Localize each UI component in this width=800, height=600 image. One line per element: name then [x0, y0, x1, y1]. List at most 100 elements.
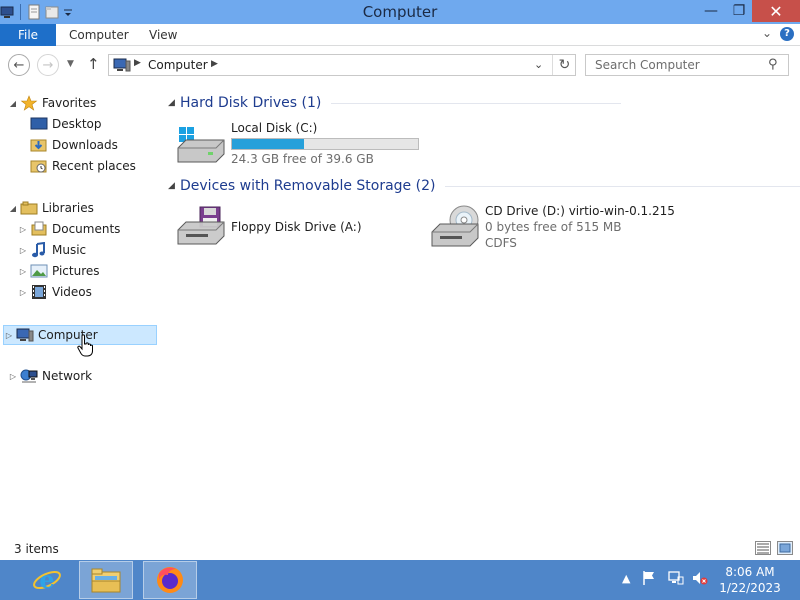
expand-ribbon-chevron-icon[interactable]: ⌄	[762, 26, 772, 40]
nav-libraries-label: Libraries	[42, 201, 94, 215]
drive-name: CD Drive (D:) virtio-win-0.1.215	[485, 204, 675, 218]
group-collapse-icon[interactable]: ◢	[168, 181, 180, 191]
maximize-button[interactable]: ❐	[724, 0, 754, 22]
nav-network[interactable]: ▷ Network	[8, 366, 92, 386]
nav-item-label: Desktop	[52, 117, 102, 131]
clock-date: 1/22/2023	[719, 581, 781, 595]
breadcrumb-chevron-icon[interactable]: ▶	[134, 58, 141, 68]
hard-drive-icon	[177, 127, 225, 163]
hand-cursor-icon	[77, 334, 93, 357]
clock-time: 8:06 AM	[725, 565, 775, 579]
nav-network-label: Network	[42, 369, 93, 383]
help-icon[interactable]: ?	[780, 27, 794, 41]
tab-file[interactable]: File	[0, 24, 56, 46]
search-input[interactable]: Search Computer	[595, 58, 700, 72]
nav-item-downloads[interactable]: Downloads	[28, 135, 118, 155]
network-icon	[20, 368, 38, 384]
nav-item-recent-places[interactable]: Recent places	[28, 156, 136, 176]
computer-icon	[16, 327, 34, 343]
nav-item-label: Recent places	[52, 159, 136, 173]
pictures-icon	[30, 263, 48, 279]
recent-places-icon	[30, 158, 48, 174]
nav-item-music[interactable]: ▷ Music	[18, 240, 86, 260]
desktop-icon	[30, 116, 48, 132]
details-view-button[interactable]	[755, 541, 771, 555]
address-bar[interactable]: ▶ Computer ▶ ⌄ ↻	[108, 54, 576, 76]
address-history-chevron-icon[interactable]: ⌄	[534, 58, 543, 71]
nav-item-label: Videos	[52, 285, 92, 299]
nav-item-label: Music	[52, 243, 87, 257]
drive-name: Local Disk (C:)	[231, 121, 318, 135]
show-hidden-icons-button[interactable]: ▲	[622, 572, 630, 585]
volume-muted-icon[interactable]	[692, 570, 708, 589]
large-icons-view-icon	[779, 543, 791, 553]
nav-item-label: Pictures	[52, 264, 100, 278]
status-bar: 3 items	[0, 538, 800, 560]
nav-item-label: Downloads	[52, 138, 118, 152]
collapsed-arrow-icon[interactable]: ▷	[18, 288, 28, 297]
internet-explorer-icon: e	[33, 565, 61, 594]
large-icons-view-button[interactable]	[777, 541, 793, 555]
tab-view[interactable]: View	[149, 24, 177, 46]
group-hard-disk-drives[interactable]: ◢ Hard Disk Drives (1)	[168, 93, 622, 113]
nav-item-pictures[interactable]: ▷ Pictures	[18, 261, 100, 281]
up-button[interactable]: ↑	[87, 55, 100, 73]
details-view-icon	[757, 543, 769, 554]
refresh-button[interactable]: ↻	[552, 55, 576, 75]
group-label: Hard Disk Drives (1)	[180, 95, 322, 111]
nav-item-label: Documents	[52, 222, 121, 236]
search-icon[interactable]: ⚲	[768, 57, 778, 72]
disk-usage-fill	[232, 139, 304, 149]
item-count: 3 items	[14, 542, 59, 556]
collapsed-arrow-icon[interactable]: ▷	[4, 331, 14, 340]
expanded-arrow-icon[interactable]: ◢	[8, 204, 18, 213]
back-button[interactable]: ←	[8, 54, 30, 76]
collapsed-arrow-icon[interactable]: ▷	[8, 372, 18, 381]
taskbar: e ▲ 8:06 AM 1/22/2023	[0, 560, 800, 600]
videos-icon	[30, 284, 48, 300]
group-collapse-icon[interactable]: ◢	[168, 98, 180, 108]
libraries-icon	[20, 200, 38, 216]
collapsed-arrow-icon[interactable]: ▷	[18, 225, 28, 234]
taskbar-internet-explorer[interactable]: e	[20, 561, 74, 599]
taskbar-file-explorer[interactable]	[79, 561, 133, 599]
breadcrumb-chevron-icon[interactable]: ▶	[211, 59, 218, 69]
nav-item-desktop[interactable]: Desktop	[28, 114, 102, 134]
group-divider	[331, 102, 622, 104]
floppy-drive-icon	[177, 206, 225, 245]
close-button[interactable]: ✕	[752, 0, 800, 22]
breadcrumb-computer[interactable]: Computer	[148, 58, 208, 72]
collapsed-arrow-icon[interactable]: ▷	[18, 246, 28, 255]
nav-item-videos[interactable]: ▷ Videos	[18, 282, 92, 302]
taskbar-clock[interactable]: 8:06 AM 1/22/2023	[718, 564, 782, 596]
forward-button[interactable]: →	[37, 54, 59, 76]
documents-icon	[30, 221, 48, 237]
tab-computer[interactable]: Computer	[69, 24, 129, 46]
disk-usage-bar	[231, 138, 419, 150]
collapsed-arrow-icon[interactable]: ▷	[18, 267, 28, 276]
navigation-pane: ◢ Favorites Desktop Downloads Recent pla…	[0, 86, 160, 536]
ribbon-tabs: File Computer View ⌄ ?	[0, 24, 800, 46]
expanded-arrow-icon[interactable]: ◢	[8, 99, 18, 108]
drive-name: Floppy Disk Drive (A:)	[231, 220, 362, 234]
minimize-button[interactable]: —	[696, 0, 726, 22]
recent-locations-dropdown[interactable]: ▼	[67, 59, 74, 69]
search-box[interactable]: Search Computer ⚲	[585, 54, 789, 76]
group-divider	[445, 185, 800, 187]
title-bar: Computer — ❐ ✕	[0, 0, 800, 24]
group-removable-storage[interactable]: ◢ Devices with Removable Storage (2)	[168, 176, 800, 196]
file-explorer-icon	[91, 568, 121, 593]
window-title: Computer	[362, 3, 438, 21]
nav-libraries[interactable]: ◢ Libraries	[8, 198, 94, 218]
nav-item-documents[interactable]: ▷ Documents	[18, 219, 120, 239]
computer-icon	[113, 58, 131, 72]
taskbar-firefox[interactable]	[143, 561, 197, 599]
drive-free-space: 24.3 GB free of 39.6 GB	[231, 152, 374, 166]
drive-filesystem: CDFS	[485, 236, 517, 250]
network-status-icon[interactable]	[668, 570, 684, 589]
navigation-bar: ← → ▼ ↑ ▶ Computer ▶ ⌄ ↻ Search Computer…	[0, 47, 800, 83]
nav-favorites[interactable]: ◢ Favorites	[8, 93, 96, 113]
svg-text:e: e	[39, 565, 54, 594]
drive-free-space: 0 bytes free of 515 MB	[485, 220, 622, 234]
action-center-flag-icon[interactable]	[642, 570, 656, 589]
